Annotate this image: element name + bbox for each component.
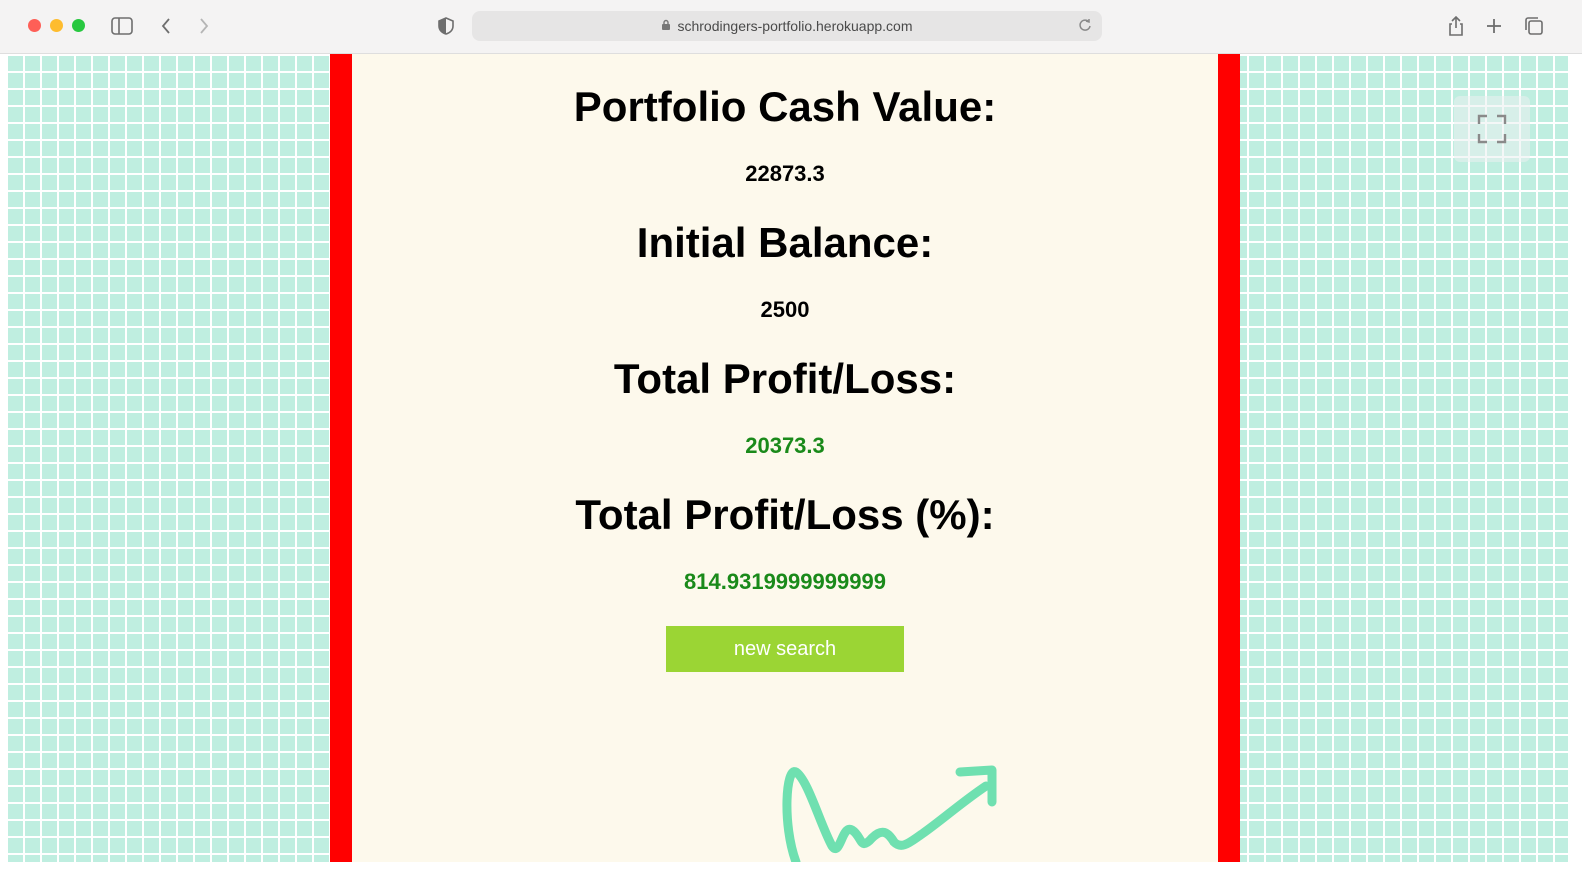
fullscreen-button[interactable]	[1454, 96, 1530, 162]
reload-icon[interactable]	[1078, 17, 1092, 36]
back-icon[interactable]	[152, 12, 180, 40]
lock-icon	[661, 19, 671, 34]
page-viewport: Portfolio Cash Value: 22873.3 Initial Ba…	[6, 54, 1568, 862]
url-text: schrodingers-portfolio.herokuapp.com	[677, 18, 913, 34]
window-bottom-edge	[0, 862, 1582, 874]
share-icon[interactable]	[1442, 12, 1470, 40]
profit-loss-heading: Total Profit/Loss:	[613, 355, 957, 402]
fullscreen-icon	[1477, 114, 1507, 144]
profit-loss-pct-value: 814.9319999999999	[684, 569, 886, 594]
new-search-button[interactable]: new search	[666, 626, 904, 672]
new-tab-icon[interactable]	[1480, 12, 1508, 40]
profit-loss-pct-heading: Total Profit/Loss (%):	[575, 491, 995, 538]
cash-value-heading: Portfolio Cash Value:	[573, 83, 997, 130]
profit-loss-value: 20373.3	[745, 433, 825, 458]
trend-arrow-icon	[782, 765, 997, 862]
sidebar-icon[interactable]	[108, 12, 136, 40]
cash-value: 22873.3	[745, 161, 825, 186]
tab-overview-icon[interactable]	[1520, 12, 1548, 40]
privacy-shield-icon[interactable]	[432, 12, 460, 40]
forward-icon[interactable]	[190, 12, 218, 40]
minimize-window-button[interactable]	[50, 19, 63, 32]
address-bar[interactable]: schrodingers-portfolio.herokuapp.com	[472, 11, 1102, 41]
portfolio-panel: Portfolio Cash Value: 22873.3 Initial Ba…	[330, 54, 1240, 862]
zoom-window-button[interactable]	[72, 19, 85, 32]
initial-balance-value: 2500	[760, 297, 810, 322]
close-window-button[interactable]	[28, 19, 41, 32]
browser-toolbar: schrodingers-portfolio.herokuapp.com	[0, 0, 1582, 54]
initial-balance-heading: Initial Balance:	[636, 219, 934, 266]
